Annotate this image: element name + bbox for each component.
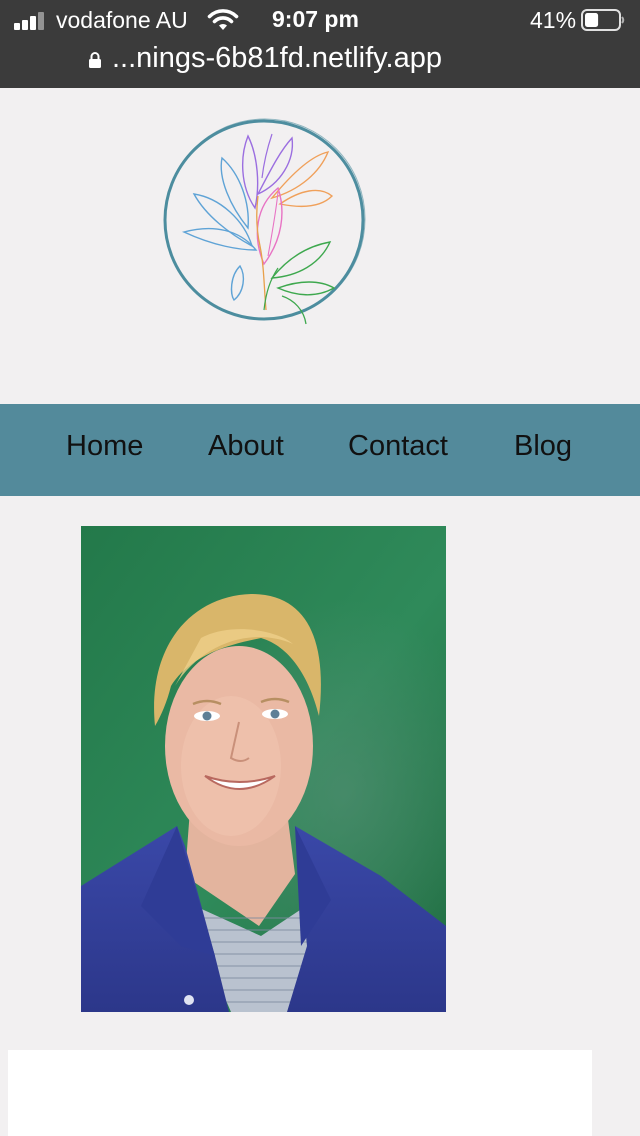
signal-icon: [14, 12, 48, 30]
nav-contact-link[interactable]: Contact: [348, 430, 448, 463]
browser-chrome: vodafone AU 9:07 pm 41% ...nings-6b81fd.…: [0, 0, 640, 88]
wifi-icon: [207, 9, 239, 30]
profile-photo: [81, 526, 446, 1012]
address-bar[interactable]: ...nings-6b81fd.netlify.app: [0, 40, 640, 80]
clock-time: 9:07 pm: [272, 6, 359, 32]
nav-home-link[interactable]: Home: [66, 430, 143, 463]
main-nav: Home About Contact Blog: [0, 404, 640, 496]
botanical-logo[interactable]: [160, 116, 370, 326]
status-bar: vodafone AU 9:07 pm 41%: [0, 0, 640, 40]
nav-about-link[interactable]: About: [208, 430, 284, 463]
content-card: [8, 1050, 592, 1136]
carrier-name: vodafone AU: [56, 7, 188, 33]
battery-percent: 41%: [530, 7, 577, 33]
site-header: [0, 88, 640, 404]
lock-icon: [89, 52, 101, 68]
battery-icon: [581, 9, 625, 31]
page-url[interactable]: ...nings-6b81fd.netlify.app: [112, 42, 442, 75]
nav-blog-link[interactable]: Blog: [514, 430, 572, 463]
